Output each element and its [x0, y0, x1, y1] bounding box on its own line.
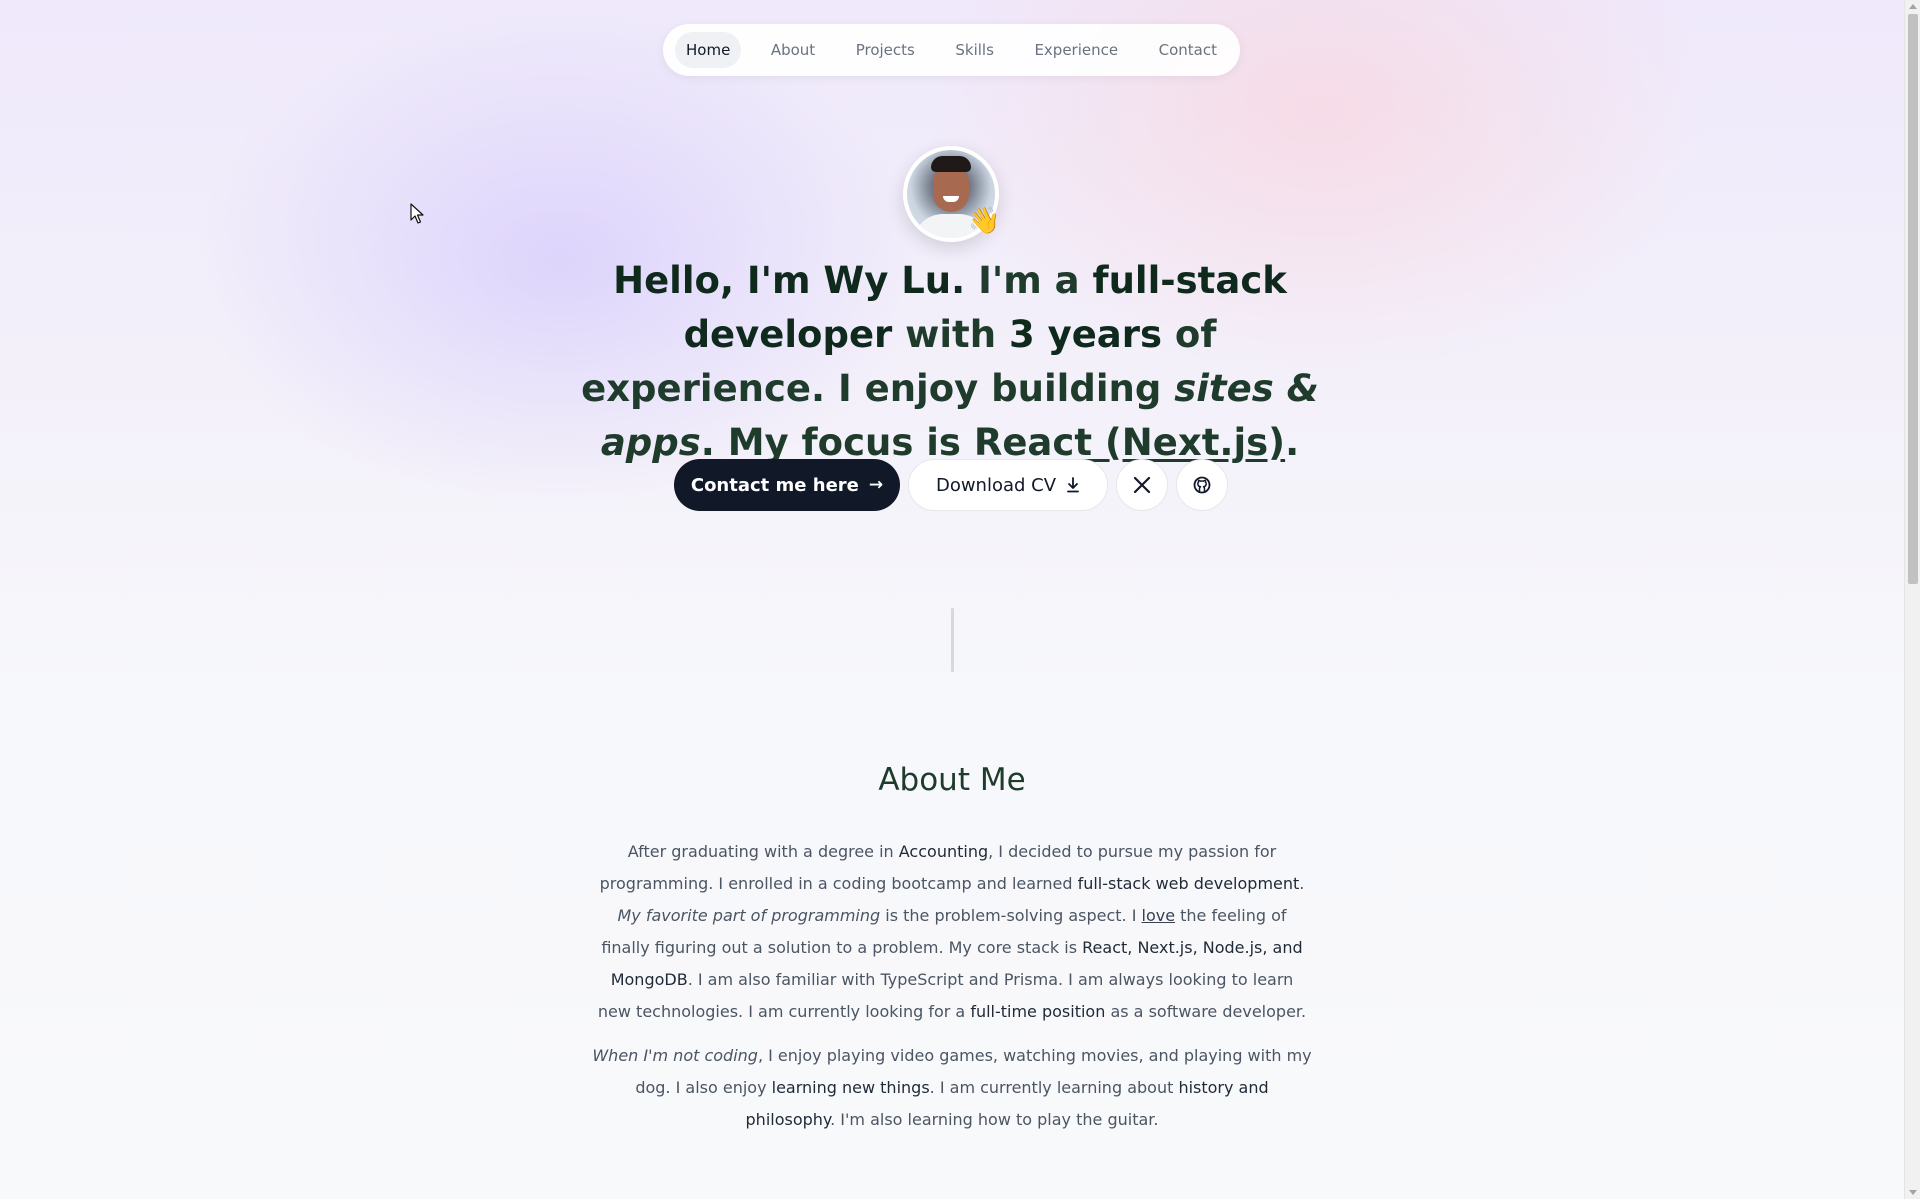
about-text: .: [1299, 874, 1305, 893]
download-cv-label: Download CV: [935, 474, 1057, 496]
x-logo-icon: [1133, 476, 1151, 494]
nav-item-experience[interactable]: Experience: [1023, 32, 1129, 68]
headline-text: . My focus is: [700, 421, 974, 464]
nav-item-about[interactable]: About: [760, 32, 826, 68]
headline-text: I'm a: [965, 259, 1093, 302]
avatar-face: [933, 166, 969, 212]
scroll-up-arrow-icon[interactable]: [1909, 4, 1917, 9]
about-underline: love: [1141, 906, 1176, 925]
nav-item-contact[interactable]: Contact: [1148, 32, 1228, 68]
headline-greeting: Hello, I'm Wy Lu.: [613, 259, 966, 302]
about-paragraph-1: After graduating with a degree in Accoun…: [592, 836, 1312, 1028]
about-text: After graduating with a degree in: [627, 842, 899, 861]
top-navigation: Home About Projects Skills Experience Co…: [663, 24, 1240, 76]
headline-text: with: [892, 313, 1009, 356]
about-italic: When I'm not coding: [592, 1046, 758, 1065]
waving-hand-icon: 👋: [968, 206, 1001, 236]
about-text: as a software developer.: [1105, 1002, 1307, 1021]
github-profile-button[interactable]: [1176, 459, 1228, 511]
scroll-down-arrow-icon[interactable]: [1909, 1190, 1917, 1195]
download-cv-button[interactable]: Download CV: [908, 459, 1108, 511]
scrollbar-thumb[interactable]: [1908, 14, 1918, 584]
headline-years: 3 years: [1008, 313, 1163, 356]
github-icon: [1193, 476, 1211, 494]
about-text: . I am currently learning about: [929, 1078, 1179, 1097]
contact-me-button[interactable]: Contact me here →: [674, 459, 900, 511]
download-icon: [1067, 477, 1079, 493]
headline-focus: React (Next.js): [973, 421, 1286, 464]
x-profile-button[interactable]: [1116, 459, 1168, 511]
nav-item-skills[interactable]: Skills: [944, 32, 1005, 68]
about-highlight: Accounting: [898, 842, 989, 861]
about-body: After graduating with a degree in Accoun…: [592, 836, 1312, 1148]
section-divider: [951, 608, 954, 672]
about-italic: My favorite part of programming: [617, 906, 881, 925]
mouse-cursor-icon: [410, 203, 424, 224]
arrow-right-icon: →: [868, 475, 884, 495]
about-paragraph-2: When I'm not coding, I enjoy playing vid…: [592, 1040, 1312, 1136]
avatar-hair: [931, 156, 971, 172]
about-highlight: full-time position: [970, 1002, 1106, 1021]
about-text: is the problem-solving aspect. I: [880, 906, 1142, 925]
headline-text: .: [1285, 421, 1300, 464]
contact-me-label: Contact me here: [690, 474, 859, 496]
about-heading: About Me: [878, 762, 1026, 798]
nav-item-home[interactable]: Home: [675, 32, 742, 68]
nav-item-projects[interactable]: Projects: [845, 32, 926, 68]
about-highlight: full-stack web development: [1077, 874, 1300, 893]
vertical-scrollbar[interactable]: [1904, 0, 1920, 1199]
hero-headline: Hello, I'm Wy Lu. I'm a full-stack devel…: [560, 254, 1340, 470]
about-text: . I'm also learning how to play the guit…: [830, 1110, 1159, 1129]
about-highlight: learning new things: [771, 1078, 930, 1097]
